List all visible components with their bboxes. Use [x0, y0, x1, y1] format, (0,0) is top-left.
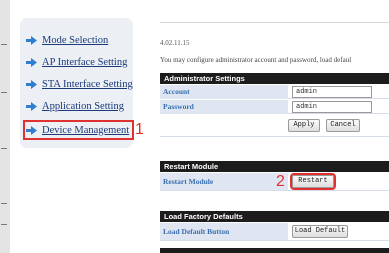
arrow-right-icon [26, 57, 37, 67]
account-row: Account admin [160, 85, 389, 99]
top-divider [160, 22, 389, 23]
sidebar-item-label: AP Interface Setting [42, 56, 128, 68]
sidebar-nav: Mode Selection AP Interface Setting STA … [20, 18, 135, 148]
password-input[interactable]: admin [292, 101, 372, 113]
edge-tick [1, 203, 7, 204]
load-default-label: Load Default Button [160, 223, 288, 240]
page-description: You may configure administrator account … [160, 56, 352, 64]
arrow-right-icon [26, 101, 37, 111]
sidebar-item-label: STA Interface Setting [42, 78, 133, 90]
password-value-cell: admin [292, 101, 372, 113]
load-default-button[interactable]: Load Default [292, 225, 348, 238]
password-label: Password [160, 100, 288, 114]
load-default-row: Load Default Button Load Default [160, 223, 389, 241]
sidebar-item-label: Mode Selection [42, 34, 109, 46]
left-edge-strip [0, 0, 10, 253]
account-label: Account [160, 85, 288, 99]
apply-button[interactable]: Apply [288, 119, 320, 132]
main-content: 4.02.11.15 You may configure administrat… [156, 18, 389, 253]
factory-defaults-header: Load Factory Defaults [160, 211, 389, 222]
step-2-annotation: 2 [276, 173, 285, 190]
arrow-right-icon [26, 35, 37, 45]
sidebar-item-mode-selection[interactable]: Mode Selection [26, 33, 108, 47]
restart-module-header: Restart Module [160, 161, 389, 172]
account-input[interactable]: admin [292, 86, 372, 98]
sidebar-item-label: Device Management [42, 124, 130, 136]
sidebar-item-label: Application Setting [42, 100, 124, 112]
sidebar-item-ap-interface[interactable]: AP Interface Setting [26, 55, 127, 69]
restart-module-label: Restart Module [160, 173, 288, 190]
arrow-right-icon [26, 79, 37, 89]
restart-button[interactable]: Restart [290, 173, 336, 190]
next-section-header [160, 248, 389, 253]
edge-tick [1, 44, 7, 45]
admin-actions-row: Apply Cancel [160, 115, 389, 137]
edge-tick [1, 148, 7, 149]
firmware-version: 4.02.11.15 [160, 39, 190, 47]
step-1-annotation: 1 [135, 121, 144, 138]
password-row: Password admin [160, 100, 389, 114]
edge-tick [1, 92, 7, 93]
sidebar-item-application-setting[interactable]: Application Setting [26, 99, 124, 113]
account-value-cell: admin [292, 86, 372, 98]
restart-module-row: Restart Module Restart [160, 173, 389, 191]
admin-settings-header: Administrator Settings [160, 73, 389, 84]
cancel-button[interactable]: Cancel [326, 119, 360, 132]
edge-tick [1, 224, 7, 225]
arrow-right-icon [26, 125, 37, 135]
sidebar-item-sta-interface[interactable]: STA Interface Setting [26, 77, 133, 91]
sidebar-item-device-management[interactable]: Device Management [22, 120, 135, 140]
